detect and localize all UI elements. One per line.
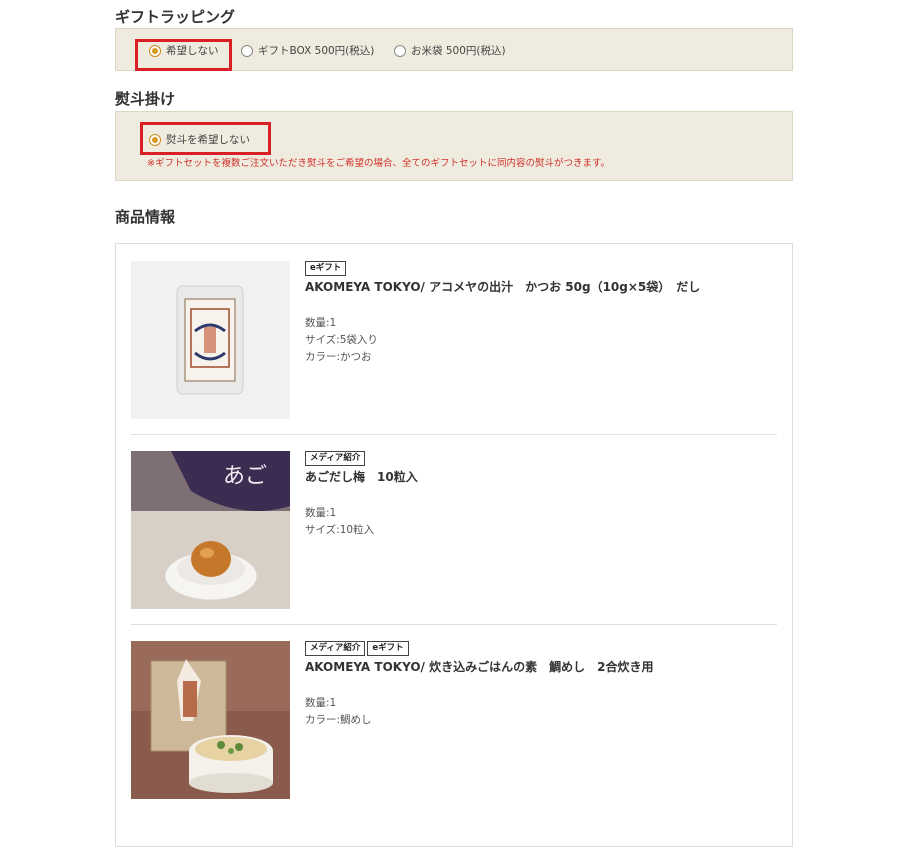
svg-text:あご: あご (223, 464, 267, 489)
highlight-box (140, 122, 271, 155)
radio-unchecked-icon[interactable] (241, 44, 253, 57)
egift-badge: eギフト (367, 641, 409, 656)
gift-wrap-box-option[interactable]: ギフトBOX 500円(税込) (241, 43, 374, 58)
product-size: サイズ:5袋入り (305, 334, 378, 346)
product-item: メディア紹介 eギフト AKOMEYA TOKYO/ 炊き込みごはんの素 鯛めし… (131, 641, 777, 801)
badge-group: メディア紹介 eギフト (305, 641, 409, 656)
radio-unchecked-icon[interactable] (394, 44, 406, 57)
gift-wrapping-title: ギフトラッピング (115, 8, 236, 26)
product-divider (131, 624, 777, 625)
badge-group: eギフト (305, 261, 347, 276)
dashi-pack-image[interactable] (131, 261, 290, 419)
taimeshi-image[interactable] (131, 641, 290, 799)
media-badge: メディア紹介 (305, 451, 366, 466)
product-item: eギフト AKOMEYA TOKYO/ アコメヤの出汁 かつお 50g（10g×… (131, 261, 777, 421)
product-info-title: 商品情報 (115, 208, 176, 226)
product-color: カラー:かつお (305, 351, 372, 363)
noshi-title: 熨斗掛け (115, 90, 176, 108)
gift-wrap-box-label: ギフトBOX 500円(税込) (258, 45, 375, 57)
egift-badge: eギフト (305, 261, 347, 276)
product-quantity: 数量:1 (305, 697, 337, 709)
umeboshi-image[interactable]: あご (131, 451, 290, 609)
product-list: eギフト AKOMEYA TOKYO/ アコメヤの出汁 かつお 50g（10g×… (115, 243, 793, 847)
product-quantity: 数量:1 (305, 507, 337, 519)
product-name[interactable]: AKOMEYA TOKYO/ 炊き込みごはんの素 鯛めし 2合炊き用 (305, 658, 653, 675)
highlight-box (135, 39, 232, 71)
media-badge: メディア紹介 (305, 641, 366, 656)
product-quantity: 数量:1 (305, 317, 337, 329)
gift-wrap-rice-bag-option[interactable]: お米袋 500円(税込) (394, 43, 506, 58)
product-name[interactable]: AKOMEYA TOKYO/ アコメヤの出汁 かつお 50g（10g×5袋） だ… (305, 278, 700, 295)
noshi-note: ※ギフトセットを複数ご注文いただき熨斗をご希望の場合、全てのギフトセットに同内容… (147, 158, 611, 169)
product-size: サイズ:10粒入 (305, 524, 375, 536)
product-name[interactable]: あごだし梅 10粒入 (305, 468, 418, 485)
gift-wrap-rice-bag-label: お米袋 500円(税込) (411, 45, 506, 57)
badge-group: メディア紹介 (305, 451, 366, 466)
product-item: あご メディア紹介 あごだし梅 10粒入 数量:1 サイズ:10粒入 (131, 451, 777, 611)
product-color: カラー:鯛めし (305, 714, 372, 726)
product-divider (131, 434, 777, 435)
